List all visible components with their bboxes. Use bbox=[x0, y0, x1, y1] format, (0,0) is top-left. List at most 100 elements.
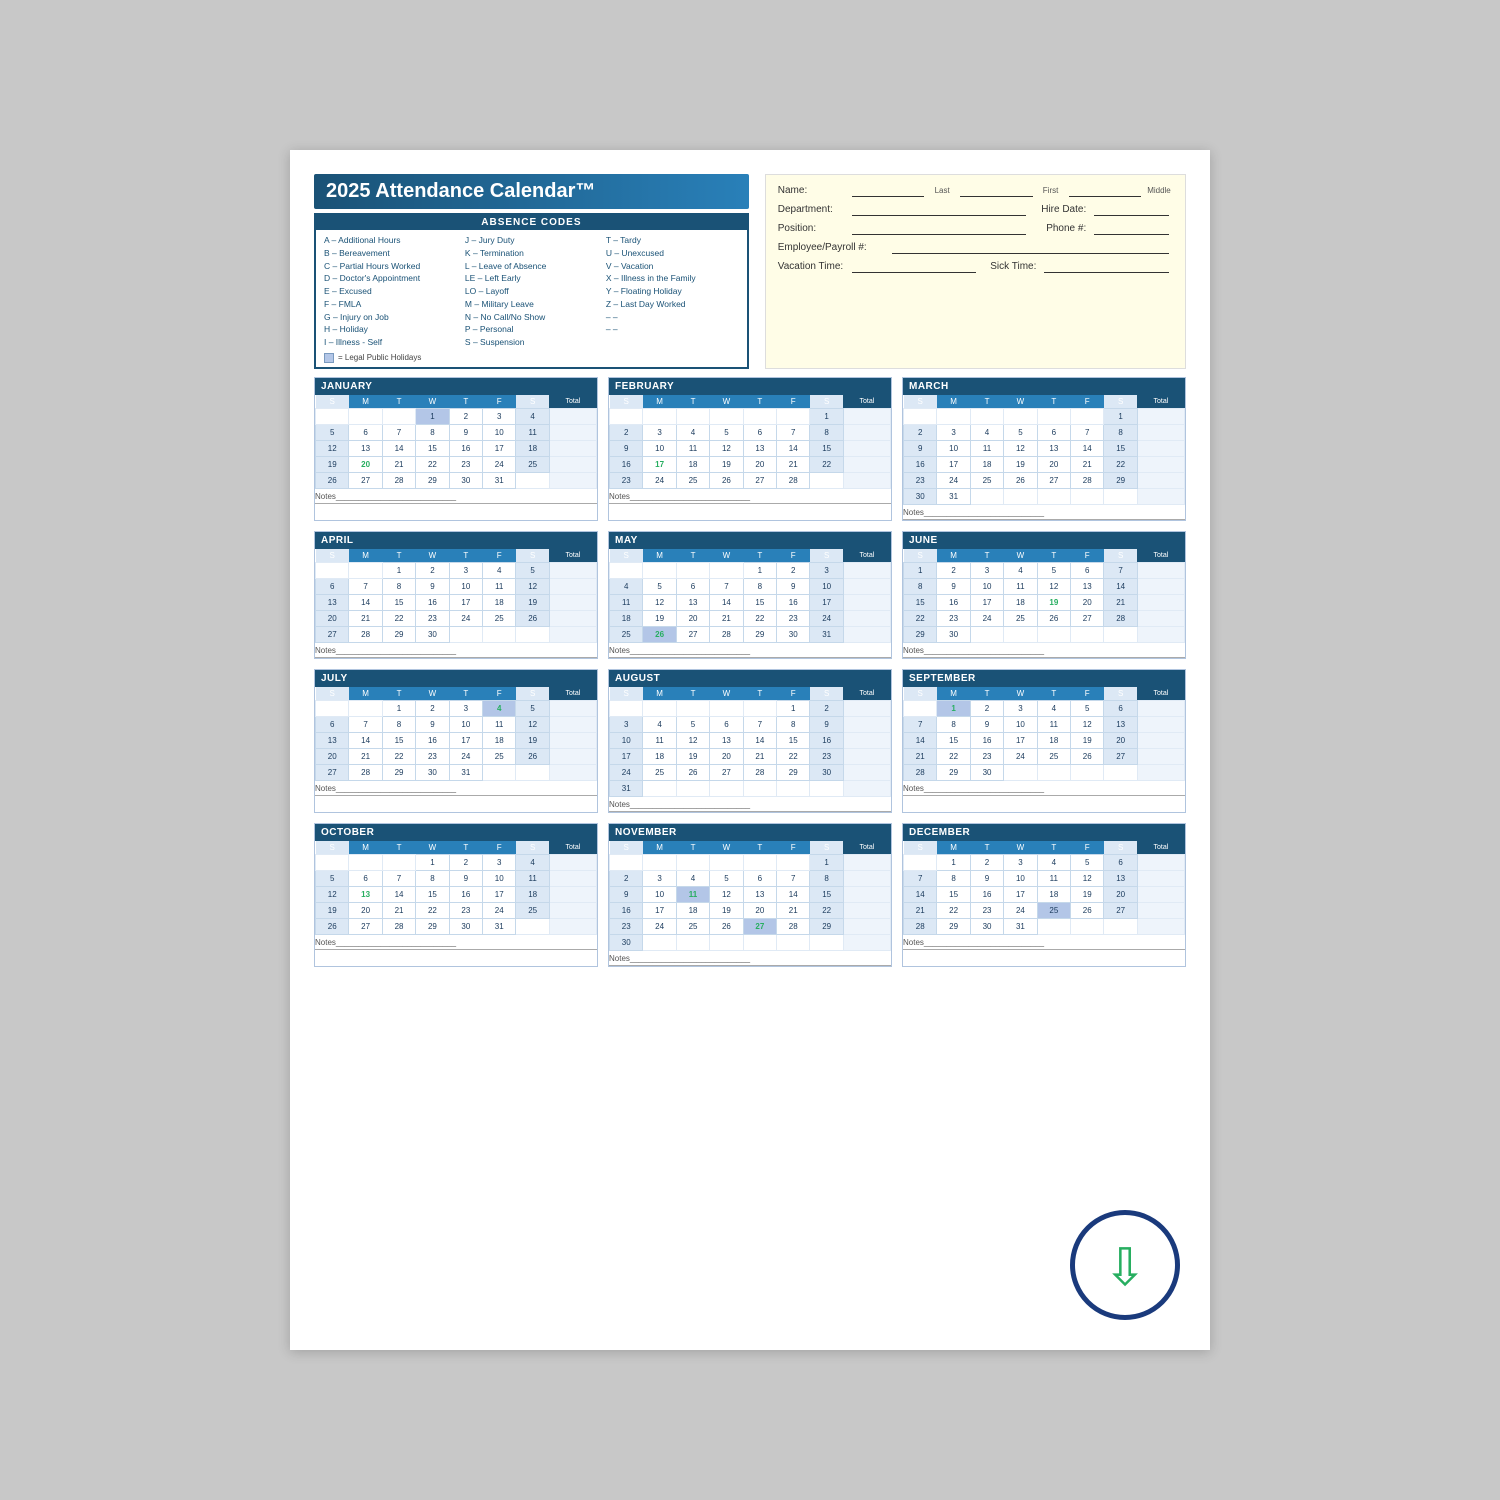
day-header: M bbox=[643, 549, 676, 563]
day-cell: 23 bbox=[416, 610, 449, 626]
day-cell: 12 bbox=[516, 716, 549, 732]
day-header: S bbox=[810, 395, 843, 409]
day-cell bbox=[1137, 610, 1184, 626]
day-cell bbox=[1037, 764, 1070, 780]
day-cell: 22 bbox=[937, 902, 970, 918]
day-header: T bbox=[449, 395, 482, 409]
day-cell: 2 bbox=[449, 408, 482, 424]
day-cell bbox=[349, 854, 382, 870]
day-header: T bbox=[743, 549, 776, 563]
day-cell: 30 bbox=[904, 488, 937, 504]
day-header: T bbox=[970, 395, 1003, 409]
day-cell: 20 bbox=[1037, 456, 1070, 472]
day-cell: 2 bbox=[904, 424, 937, 440]
day-header: S bbox=[1104, 841, 1137, 855]
day-cell bbox=[1071, 918, 1104, 934]
day-cell: 14 bbox=[904, 732, 937, 748]
day-cell: 19 bbox=[710, 456, 743, 472]
day-cell: 15 bbox=[777, 732, 810, 748]
download-circle[interactable]: ⇩ bbox=[1070, 1210, 1180, 1320]
day-header: Total bbox=[1137, 687, 1184, 701]
day-header: Total bbox=[843, 841, 890, 855]
code-item: T – Tardy bbox=[606, 234, 739, 247]
day-cell bbox=[843, 780, 890, 796]
day-cell bbox=[970, 626, 1003, 642]
day-cell bbox=[904, 408, 937, 424]
day-cell: 10 bbox=[1004, 716, 1037, 732]
day-cell: 25 bbox=[483, 748, 516, 764]
day-cell: 24 bbox=[1004, 902, 1037, 918]
day-cell: 8 bbox=[382, 716, 415, 732]
day-cell: 3 bbox=[449, 700, 482, 716]
day-cell: 21 bbox=[777, 902, 810, 918]
day-cell bbox=[516, 764, 549, 780]
day-cell: 1 bbox=[810, 408, 843, 424]
day-cell: 19 bbox=[1004, 456, 1037, 472]
day-header: F bbox=[777, 549, 810, 563]
day-header: Total bbox=[549, 395, 596, 409]
month-header: DECEMBER bbox=[903, 824, 1185, 841]
code-item: Z – Last Day Worked bbox=[606, 298, 739, 311]
day-cell: 7 bbox=[777, 424, 810, 440]
day-header: W bbox=[416, 395, 449, 409]
day-cell bbox=[843, 934, 890, 950]
day-cell: 2 bbox=[810, 700, 843, 716]
day-cell: 7 bbox=[1104, 562, 1137, 578]
day-cell: 21 bbox=[349, 748, 382, 764]
month-header: JUNE bbox=[903, 532, 1185, 549]
day-cell bbox=[549, 748, 596, 764]
day-cell: 7 bbox=[1071, 424, 1104, 440]
month-block-august: AUGUSTSMTWTFSTotal1234567891011121314151… bbox=[608, 669, 892, 813]
day-cell: 19 bbox=[643, 610, 676, 626]
day-header: W bbox=[710, 549, 743, 563]
day-cell: 1 bbox=[743, 562, 776, 578]
legend-text: = Legal Public Holidays bbox=[338, 353, 421, 362]
notes-line: Notes___________________________ bbox=[903, 784, 1185, 796]
day-cell bbox=[1137, 408, 1184, 424]
day-cell: 14 bbox=[777, 440, 810, 456]
day-cell: 25 bbox=[516, 902, 549, 918]
day-cell bbox=[1137, 854, 1184, 870]
day-cell: 31 bbox=[937, 488, 970, 504]
day-cell: 30 bbox=[610, 934, 643, 950]
day-cell bbox=[843, 408, 890, 424]
day-cell bbox=[743, 854, 776, 870]
day-header: S bbox=[516, 841, 549, 855]
day-cell: 13 bbox=[349, 440, 382, 456]
day-cell: 15 bbox=[810, 886, 843, 902]
day-cell: 5 bbox=[710, 424, 743, 440]
day-cell bbox=[810, 780, 843, 796]
day-cell bbox=[1071, 488, 1104, 504]
day-header: M bbox=[349, 549, 382, 563]
day-cell: 30 bbox=[810, 764, 843, 780]
day-cell: 22 bbox=[743, 610, 776, 626]
day-cell: 16 bbox=[610, 902, 643, 918]
day-cell bbox=[316, 408, 349, 424]
day-cell: 27 bbox=[1104, 748, 1137, 764]
day-cell bbox=[483, 626, 516, 642]
day-cell bbox=[316, 854, 349, 870]
day-header: T bbox=[743, 687, 776, 701]
day-cell bbox=[483, 764, 516, 780]
day-cell bbox=[316, 700, 349, 716]
day-cell: 8 bbox=[382, 578, 415, 594]
day-cell: 11 bbox=[970, 440, 1003, 456]
day-cell: 29 bbox=[937, 764, 970, 780]
day-header: T bbox=[1037, 687, 1070, 701]
attendance-calendar-page: 2025 Attendance Calendar™ ABSENCE CODES … bbox=[290, 150, 1210, 1350]
day-cell: 1 bbox=[937, 854, 970, 870]
day-cell: 1 bbox=[416, 854, 449, 870]
day-cell bbox=[843, 732, 890, 748]
code-item: L – Leave of Absence bbox=[465, 260, 598, 273]
day-cell bbox=[843, 764, 890, 780]
day-cell bbox=[810, 934, 843, 950]
day-cell bbox=[1137, 732, 1184, 748]
hire-date-line bbox=[1094, 202, 1169, 216]
vacation-line bbox=[852, 259, 977, 273]
day-header: T bbox=[970, 841, 1003, 855]
day-cell bbox=[1137, 886, 1184, 902]
download-overlay[interactable]: ⇩ bbox=[1070, 1210, 1180, 1320]
day-cell: 28 bbox=[382, 918, 415, 934]
day-cell: 6 bbox=[316, 578, 349, 594]
day-cell: 23 bbox=[777, 610, 810, 626]
